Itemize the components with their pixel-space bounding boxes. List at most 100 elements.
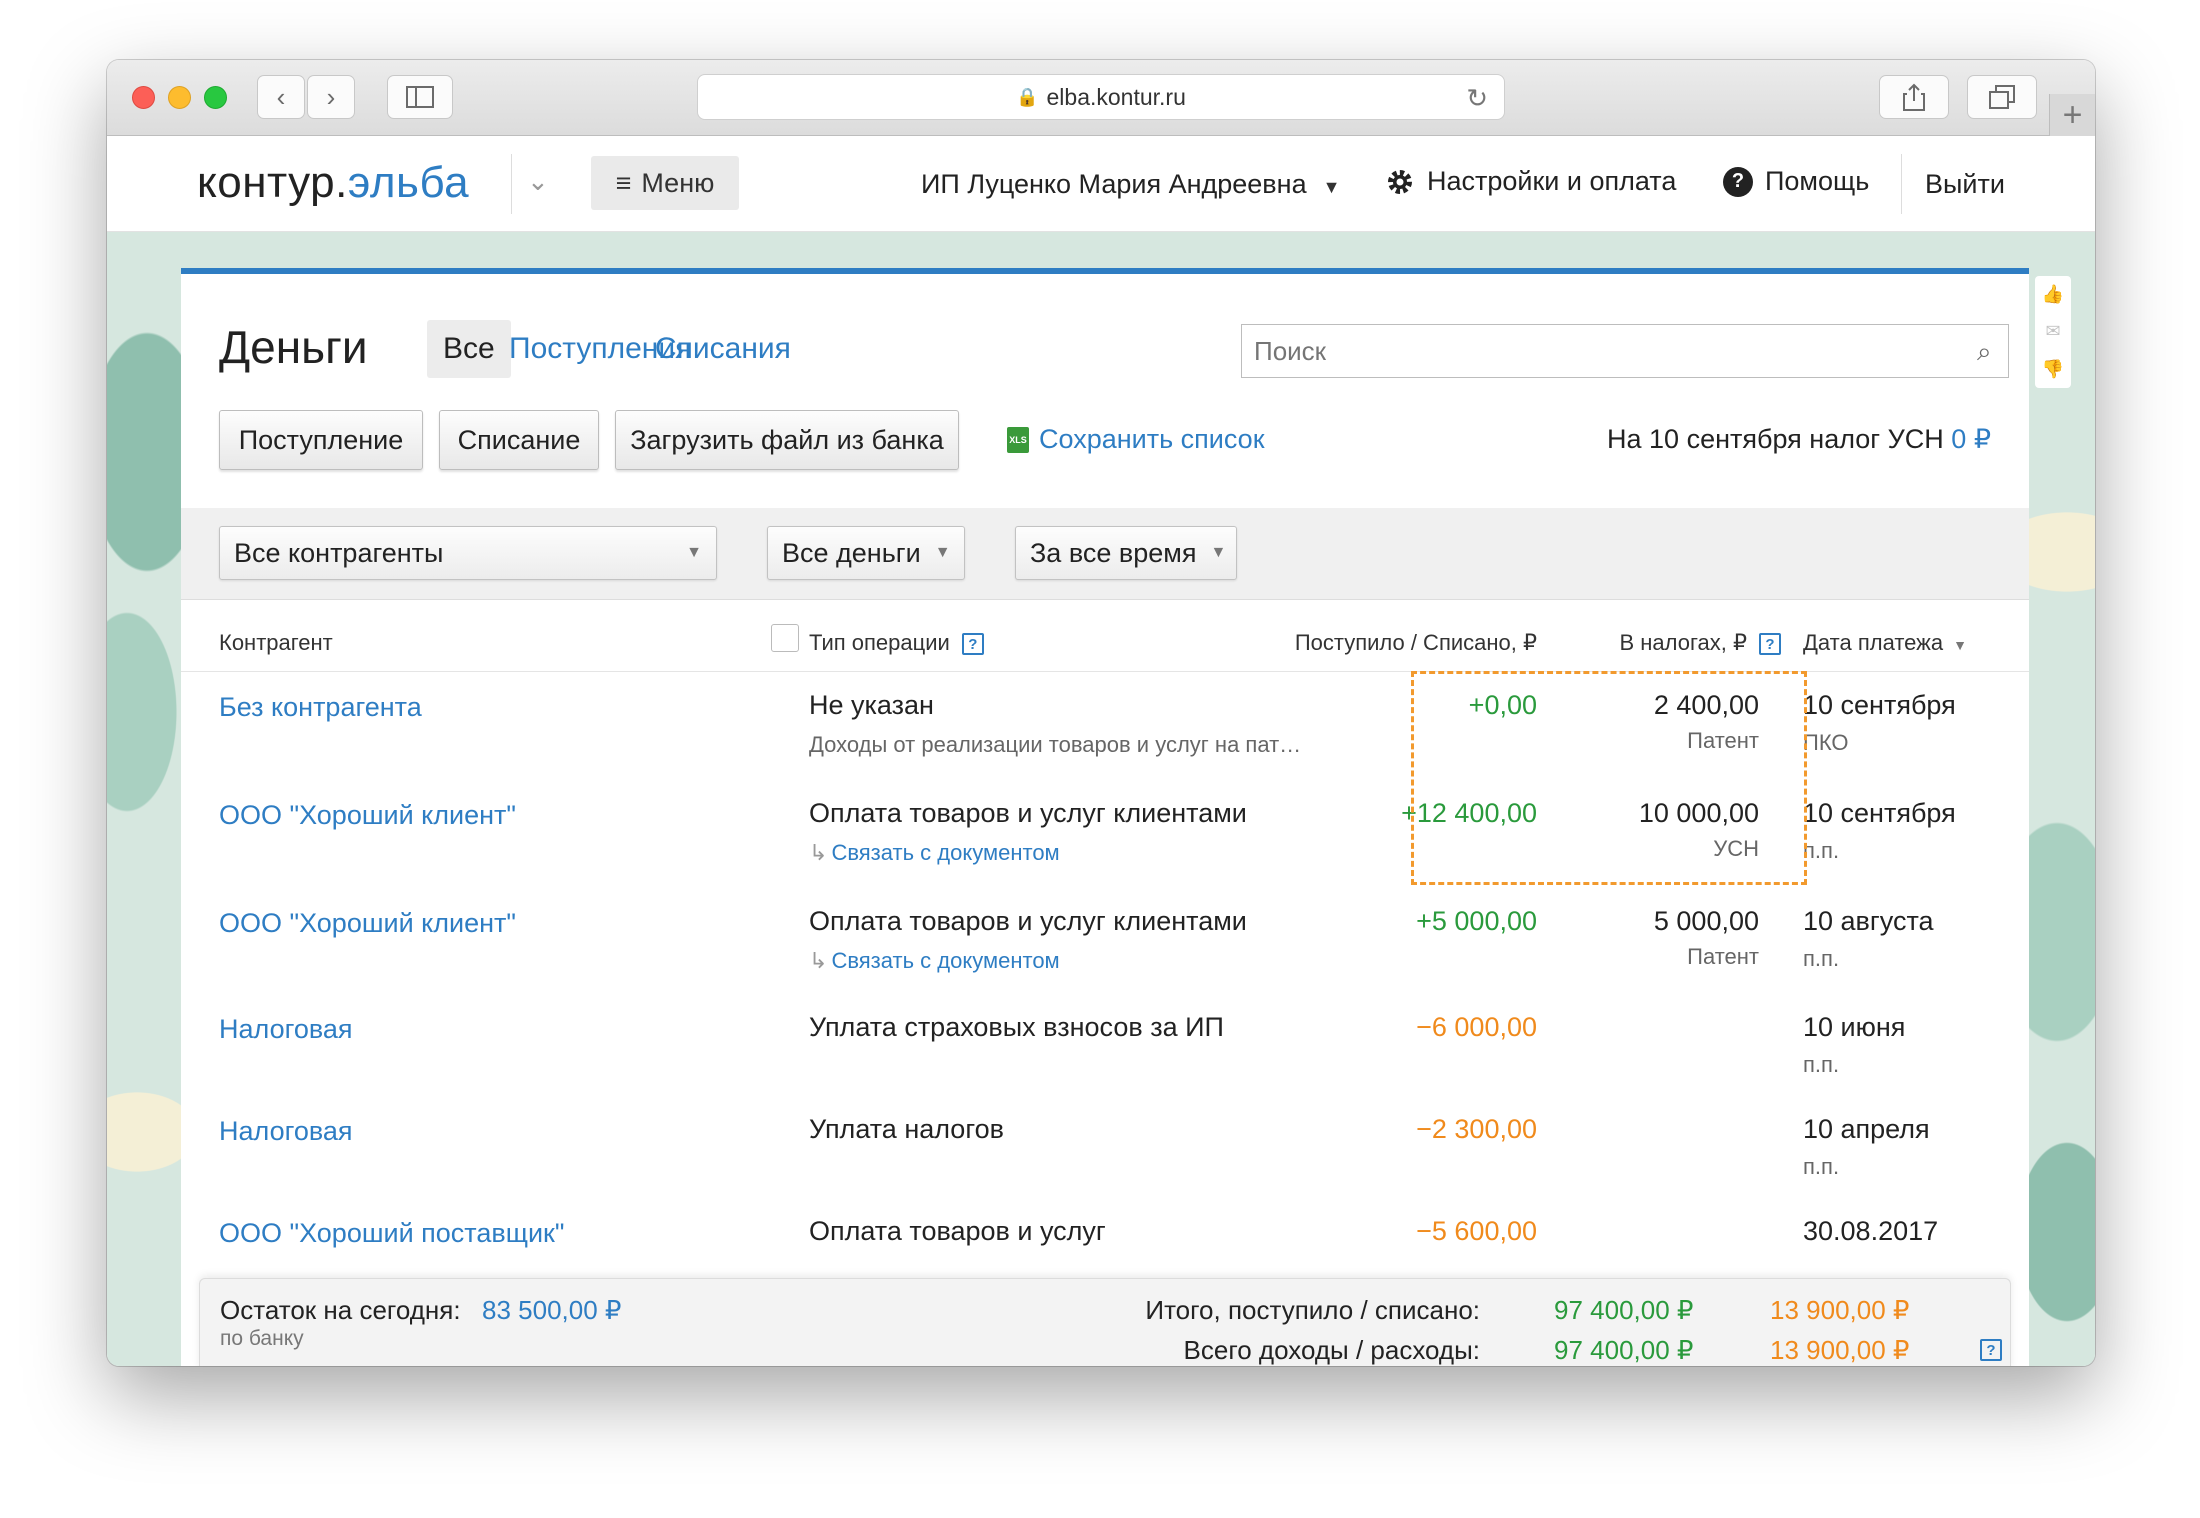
settings-link[interactable]: Настройки и оплата [1385,166,1676,197]
new-tab-button[interactable]: + [2049,94,2095,136]
address-bar[interactable]: 🔒 elba.kontur.ru ↻ [697,74,1505,120]
sort-caret-icon: ▼ [1953,637,1967,653]
user-name: ИП Луценко Мария Андреевна [921,169,1307,199]
column-amount: Поступило / Списано, ₽ [1294,630,1537,655]
save-list-label: Сохранить список [1039,424,1265,454]
save-list-link[interactable]: XLS Сохранить список [1007,424,1265,455]
chevron-down-icon[interactable]: ⌄ [527,166,549,197]
operation-type: Оплата товаров и услуг клиентами [809,906,1247,936]
logo[interactable]: контур.эльба [197,158,469,208]
reload-icon[interactable]: ↻ [1466,83,1488,114]
filter-bar: Все контрагенты ▼ Все деньги ▼ За все врем… [181,508,2029,600]
operation-type: Уплата страховых взносов за ИП [809,1012,1224,1042]
add-income-button[interactable]: Поступление [219,410,423,470]
search-input[interactable] [1241,324,2009,378]
operation-type: Оплата товаров и услуг клиентами [809,798,1247,828]
help-icon[interactable]: ? [1980,1339,2002,1361]
balance-value[interactable]: 83 500,00 ₽ [482,1295,621,1326]
counterparty-link[interactable]: ООО "Хороший клиент" [219,800,516,831]
caret-down-icon: ▼ [934,544,951,561]
help-icon: ? [1723,166,1753,197]
sidebar-icon [406,86,434,108]
help-icon[interactable]: ? [961,633,984,656]
upload-bank-file-button[interactable]: Загрузить файл из банка [615,410,959,470]
forward-button[interactable]: › [307,75,355,119]
document-type: п.п. [1803,1154,1840,1179]
tab-expenses[interactable]: Списания [639,320,807,378]
caret-down-icon: ▼ [1210,544,1227,561]
balance-label: Остаток на сегодня: [220,1295,461,1325]
document-type: ПКО [1803,730,1849,755]
counterparty-link[interactable]: Налоговая [219,1014,353,1045]
feedback-widget: 👍 ✉ 👎 [2035,276,2071,388]
column-taxes-label: В налогах, ₽ [1619,630,1748,655]
all-out: 13 900,00 ₽ [1770,1335,1910,1365]
back-button[interactable]: ‹ [257,75,305,119]
thumbs-down-icon[interactable]: 👎 [2042,359,2064,380]
browser-window: ‹ › 🔒 elba.kontur.ru ↻ + контур.эльба ⌄ … [107,60,2095,1366]
sidebar-toggle-button[interactable] [387,75,453,119]
help-icon[interactable]: ? [1759,633,1781,656]
tabs-overview-button[interactable] [1967,75,2037,119]
document-type: п.п. [1803,946,1840,971]
column-counterparty[interactable]: Контрагент [219,630,333,656]
column-taxes: В налогах, ₽? [1619,630,1781,656]
period-filter[interactable]: За все время ▼ [1015,526,1237,580]
chevron-left-icon: ‹ [276,81,286,112]
column-operation-type-label: Тип операции [809,630,950,655]
tax-note-text: На 10 сентября налог УСН [1607,424,1944,454]
mail-icon[interactable]: ✉ [2045,321,2060,342]
counterparty-link[interactable]: ООО "Хороший поставщик" [219,1218,564,1249]
search-icon[interactable]: ⌕ [1977,336,1992,368]
operation-type: Уплата налогов [809,1114,1004,1144]
payment-date: 10 апреля [1803,1114,1930,1144]
add-expense-button[interactable]: Списание [439,410,599,470]
totals-label: Итого, поступило / списано: [1145,1295,1480,1325]
menu-button[interactable]: ≡ Меню [591,156,739,210]
close-window-button[interactable] [132,86,155,109]
period-filter-value: За все время [1030,537,1197,568]
settings-label: Настройки и оплата [1427,166,1677,196]
amount: −6 000,00 [1416,1012,1537,1042]
table-row[interactable]: Налоговая Уплата налогов −2 300,00 10 апрел… [181,1096,2029,1204]
tax-note-value[interactable]: 0 ₽ [1951,424,1991,454]
counterparty-filter[interactable]: Все контрагенты ▼ [219,526,717,580]
user-menu[interactable]: ИП Луценко Мария Андреевна ▼ [921,169,1340,200]
tax-regime: Патент [1687,728,1759,753]
link-document-label: Связать с документом [831,948,1060,973]
help-link[interactable]: ? Помощь [1723,166,1869,197]
table-row[interactable]: ООО "Хороший клиент" Оплата товаров и усл… [181,888,2029,996]
counterparty-link[interactable]: ООО "Хороший клиент" [219,908,516,939]
table-row[interactable]: Налоговая Уплата страховых взносов за ИП −… [181,994,2029,1102]
caret-down-icon: ▼ [686,544,702,561]
url-text: elba.kontur.ru [1046,83,1186,110]
gear-icon [1388,169,1412,194]
logout-link[interactable]: Выйти [1925,169,2005,200]
link-document-label: Связать с документом [831,840,1060,865]
page-title: Деньги [219,321,368,373]
help-label: Помощь [1765,166,1870,196]
table-row[interactable]: Без контрагента Не указан Доходы от реализ… [181,672,2029,780]
share-button[interactable] [1879,75,1949,119]
counterparty-link[interactable]: Налоговая [219,1116,353,1147]
payment-date: 10 сентября [1803,690,1956,720]
operation-type: Не указан [809,690,934,720]
counterparty-link[interactable]: Без контрагента [219,692,422,723]
return-arrow-icon: ↳ [809,948,828,973]
operation-type-checkbox[interactable] [771,624,799,652]
money-filter[interactable]: Все деньги ▼ [767,526,965,580]
zoom-window-button[interactable] [204,86,227,109]
table-row[interactable]: ООО "Хороший клиент" Оплата товаров и усл… [181,780,2029,888]
amount: −2 300,00 [1416,1114,1537,1144]
tax-regime: Патент [1687,944,1759,969]
link-document[interactable]: ↳ Связать с документом [809,948,1060,974]
all-in: 97 400,00 ₽ [1554,1335,1694,1365]
column-date-label: Дата платежа [1803,630,1944,655]
thumbs-up-icon[interactable]: 👍 [2042,284,2064,305]
link-document[interactable]: ↳ Связать с документом [809,840,1060,866]
minimize-window-button[interactable] [168,86,191,109]
menu-label: Меню [641,167,715,198]
amount: +12 400,00 [1401,798,1537,828]
column-date[interactable]: Дата платежа ▼ [1803,630,1967,656]
column-operation-type: Тип операции? [809,630,984,656]
